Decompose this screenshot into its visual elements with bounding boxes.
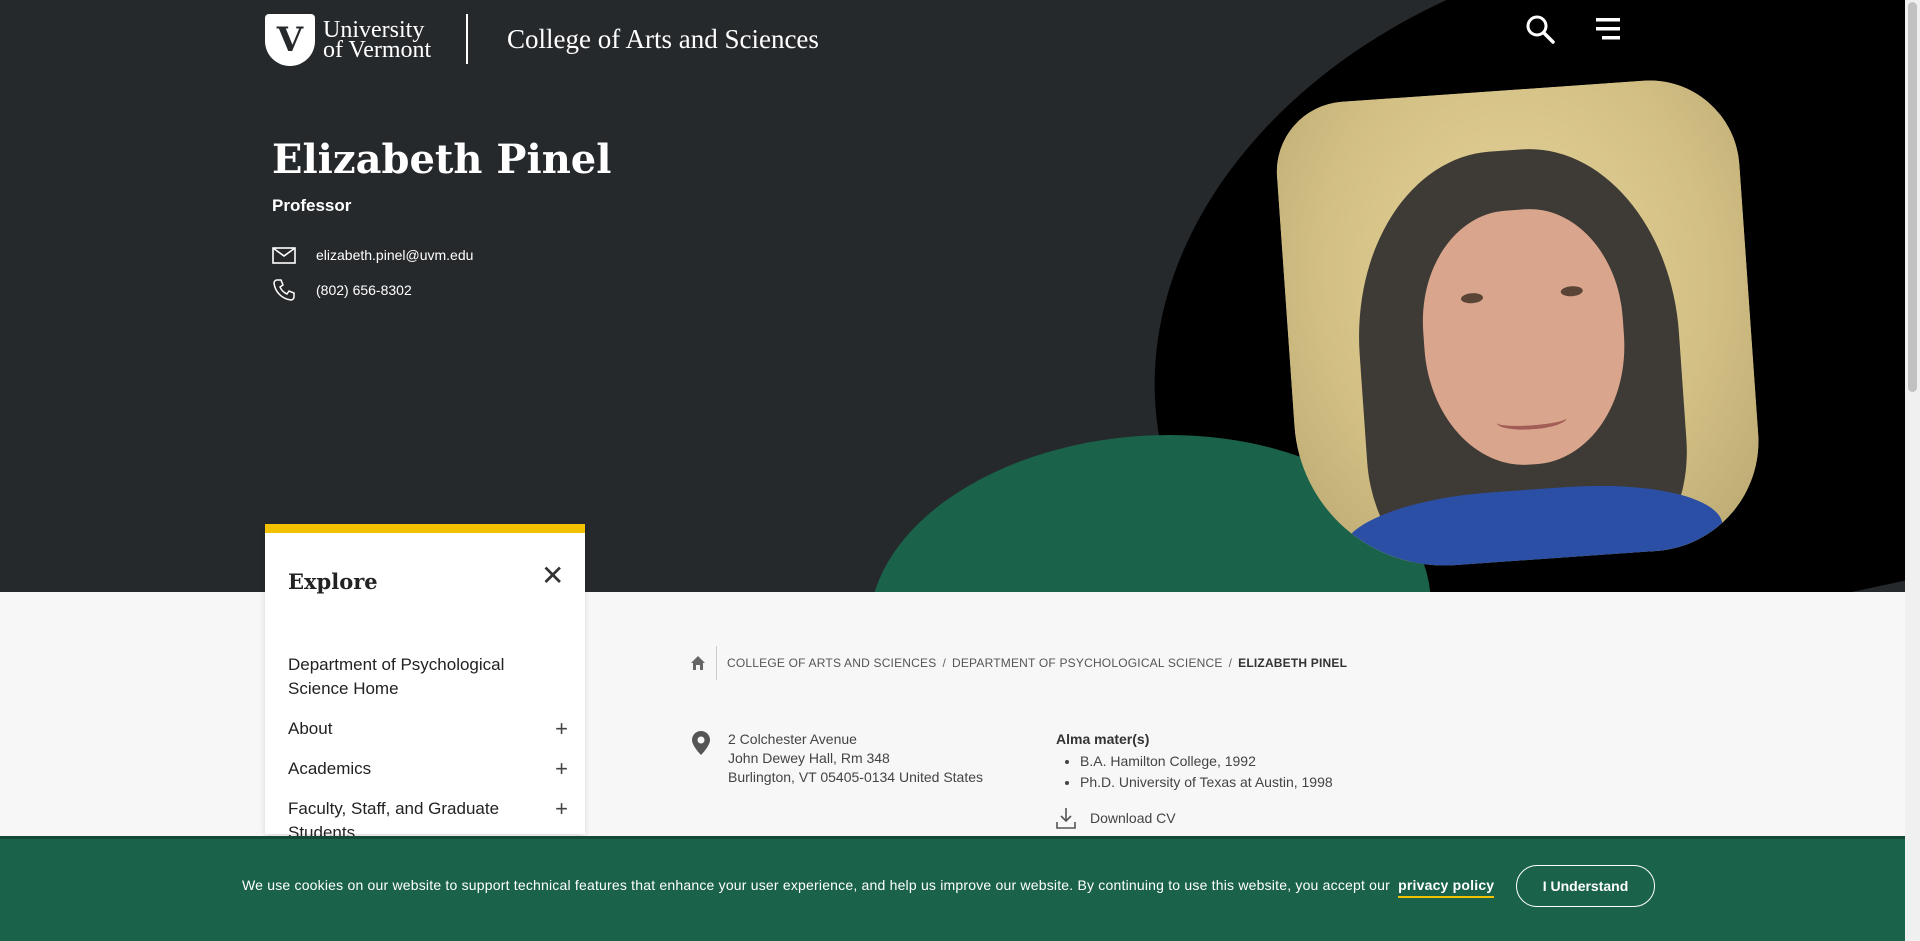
explore-item-label: About bbox=[288, 719, 333, 738]
person-name: Elizabeth Pinel bbox=[272, 136, 612, 183]
download-cv-label: Download CV bbox=[1090, 810, 1176, 826]
header-divider bbox=[466, 14, 468, 64]
explore-item-department-home[interactable]: Department of Psychological Science Home bbox=[288, 653, 568, 701]
download-cv-link[interactable]: Download CV bbox=[1056, 807, 1176, 829]
breadcrumb-current: ELIZABETH PINEL bbox=[1238, 656, 1348, 670]
download-icon bbox=[1056, 808, 1076, 829]
explore-panel: Explore ✕ Department of Psychological Sc… bbox=[265, 524, 585, 842]
plus-icon[interactable]: + bbox=[555, 797, 568, 821]
explore-item-about[interactable]: About + bbox=[288, 717, 568, 741]
explore-title: Explore bbox=[288, 569, 378, 594]
breadcrumb-divider bbox=[716, 646, 717, 680]
scrollbar-thumb[interactable] bbox=[1908, 2, 1917, 392]
mail-icon bbox=[272, 247, 296, 264]
scrollbar[interactable] bbox=[1905, 0, 1920, 941]
phone-icon bbox=[273, 279, 295, 301]
explore-item-academics[interactable]: Academics + bbox=[288, 757, 568, 781]
address-line3: Burlington, VT 05405-0134 United States bbox=[728, 769, 984, 785]
address-line2: John Dewey Hall, Rm 348 bbox=[728, 750, 890, 766]
breadcrumb-college[interactable]: COLLEGE OF ARTS AND SCIENCES bbox=[727, 656, 936, 670]
alma-mater-title: Alma mater(s) bbox=[1056, 731, 1150, 747]
address: 2 Colchester Avenue John Dewey Hall, Rm … bbox=[728, 730, 983, 787]
phone-link[interactable]: (802) 656-8302 bbox=[316, 282, 412, 298]
plus-icon[interactable]: + bbox=[555, 757, 568, 781]
uvm-logo[interactable]: V University of Vermont bbox=[265, 14, 431, 66]
alma-mater-item: B.A. Hamilton College, 1992 bbox=[1080, 751, 1333, 772]
address-line1: 2 Colchester Avenue bbox=[728, 731, 857, 747]
hero-banner: V University of Vermont College of Arts … bbox=[0, 0, 1905, 592]
cookie-banner: We use cookies on our website to support… bbox=[0, 836, 1905, 941]
logo-text-line2: of Vermont bbox=[323, 37, 432, 63]
plus-icon[interactable]: + bbox=[555, 717, 568, 741]
email-row[interactable]: elizabeth.pinel@uvm.edu bbox=[272, 243, 473, 267]
accept-cookies-button[interactable]: I Understand bbox=[1516, 865, 1655, 907]
person-title: Professor bbox=[272, 196, 352, 215]
college-name-link[interactable]: College of Arts and Sciences bbox=[507, 24, 819, 55]
location-pin-icon bbox=[692, 731, 710, 755]
cookie-message: We use cookies on our website to support… bbox=[242, 877, 1391, 893]
explore-item-label: Department of Psychological Science Home bbox=[288, 655, 505, 698]
breadcrumb: COLLEGE OF ARTS AND SCIENCES / DEPARTMEN… bbox=[690, 646, 1347, 680]
explore-item-label: Academics bbox=[288, 759, 372, 778]
privacy-policy-link[interactable]: privacy policy bbox=[1398, 877, 1495, 898]
home-icon[interactable] bbox=[690, 655, 706, 671]
phone-row[interactable]: (802) 656-8302 bbox=[272, 278, 412, 302]
cookie-text: We use cookies on our website to support… bbox=[242, 877, 1495, 898]
profile-photo bbox=[1272, 74, 1766, 576]
search-icon[interactable] bbox=[1525, 14, 1555, 44]
alma-mater-item: Ph.D. University of Texas at Austin, 199… bbox=[1080, 772, 1333, 793]
email-link[interactable]: elizabeth.pinel@uvm.edu bbox=[316, 247, 473, 263]
menu-icon[interactable] bbox=[1596, 16, 1622, 42]
close-icon[interactable]: ✕ bbox=[541, 562, 564, 590]
breadcrumb-department[interactable]: DEPARTMENT OF PSYCHOLOGICAL SCIENCE bbox=[952, 656, 1223, 670]
alma-mater-section: Alma mater(s) B.A. Hamilton College, 199… bbox=[1056, 731, 1333, 793]
logo-shield-icon: V bbox=[265, 14, 315, 66]
